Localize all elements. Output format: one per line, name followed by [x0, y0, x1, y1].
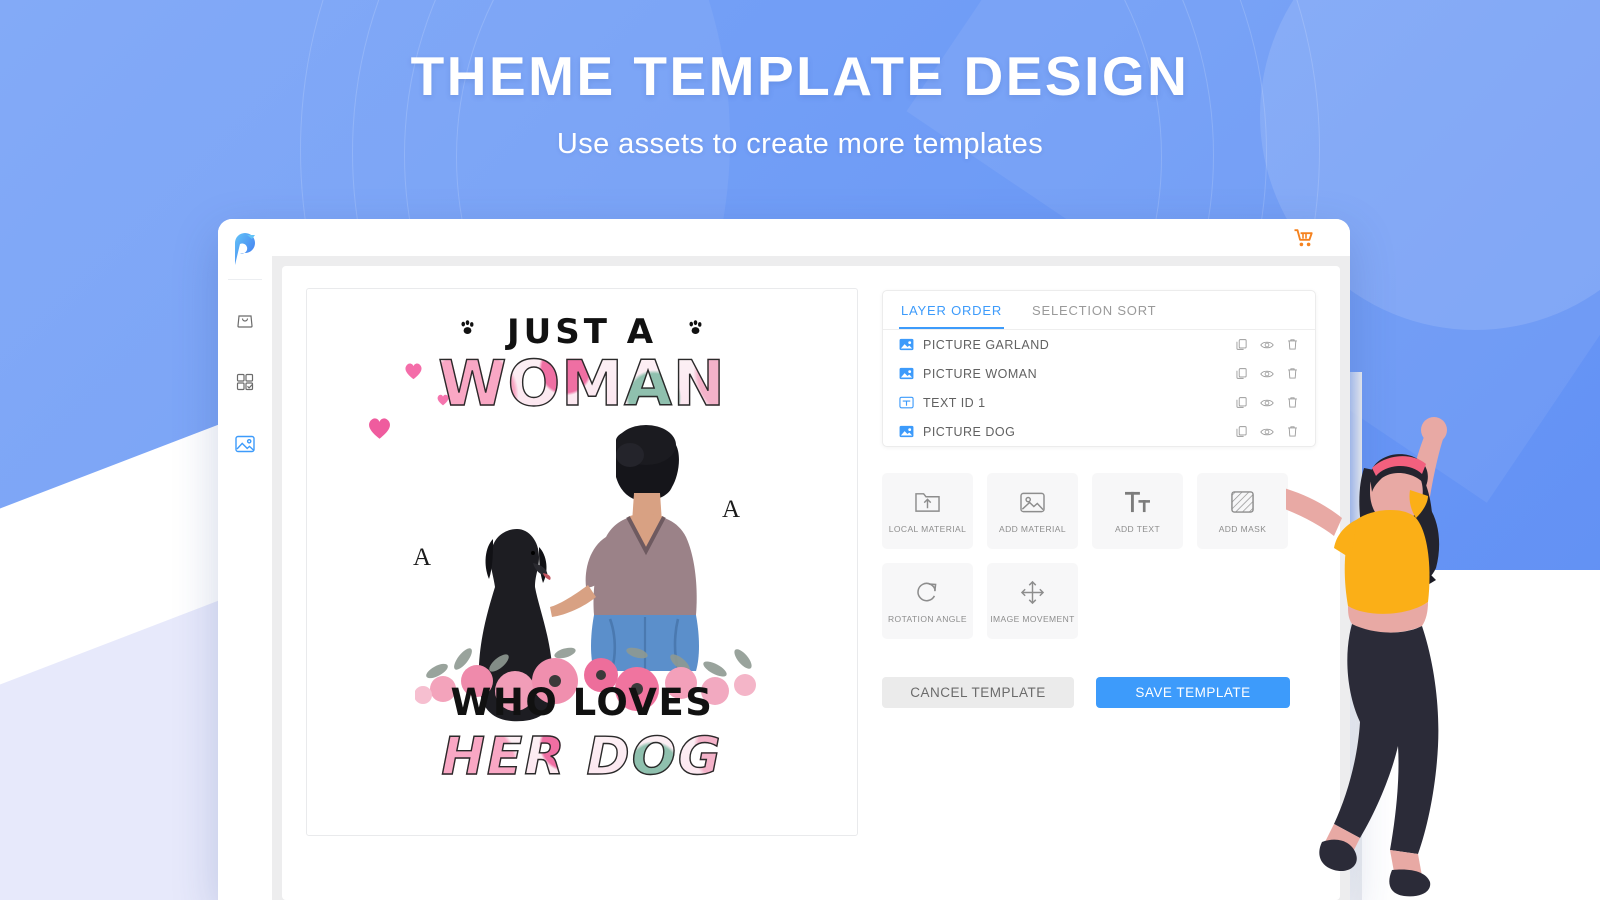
tool-grid: LOCAL MATERIAL ADD MATERIAL ADD TEXT ADD…	[882, 473, 1316, 639]
tool-label: LOCAL MATERIAL	[888, 524, 967, 534]
trash-icon[interactable]	[1286, 338, 1299, 351]
heart-icon	[403, 361, 424, 380]
table-row[interactable]: PICTURE GARLAND	[883, 330, 1315, 359]
copy-icon[interactable]	[1235, 425, 1248, 438]
folder-upload-icon	[914, 488, 941, 516]
image-picture-icon	[234, 433, 256, 460]
window-body: JUST A WOMAN WHO LOVES HER DOG A A LAYER…	[272, 219, 1350, 900]
text-layer-icon	[899, 395, 914, 410]
design-canvas[interactable]: JUST A WOMAN WHO LOVES HER DOG A A	[306, 288, 858, 836]
layer-name: PICTURE WOMAN	[923, 366, 1038, 381]
eye-icon[interactable]	[1260, 338, 1274, 352]
text-size-icon	[1124, 488, 1151, 516]
tool-label: ADD MASK	[1218, 524, 1267, 534]
heart-icon	[366, 415, 393, 440]
paw-print-icon	[459, 319, 476, 336]
layer-actions	[1235, 338, 1299, 352]
copy-icon[interactable]	[1235, 338, 1248, 351]
page-subtitle: Use assets to create more templates	[556, 127, 1044, 160]
rotation-angle-button[interactable]: ROTATION ANGLE	[882, 563, 973, 639]
eye-icon[interactable]	[1260, 367, 1274, 381]
page-title: THEME TEMPLATE DESIGN	[410, 45, 1190, 107]
image-layer-icon	[899, 424, 914, 439]
action-row: CANCEL TEMPLATE SAVE TEMPLATE	[882, 677, 1316, 708]
image-layer-icon	[899, 366, 914, 381]
grid-check-icon	[235, 372, 255, 397]
hero-heading: THEME TEMPLATE DESIGN Use assets to crea…	[0, 45, 1600, 161]
canvas-marker-a-left[interactable]: A	[413, 544, 431, 572]
properties-panel: LAYER ORDER SELECTION SORT PICTURE GARLA…	[882, 288, 1316, 900]
layer-name: PICTURE GARLAND	[923, 337, 1050, 352]
table-row[interactable]: PICTURE DOG	[883, 417, 1315, 446]
app-topbar	[272, 219, 1350, 256]
canvas-marker-a-right[interactable]: A	[722, 496, 740, 524]
layer-actions	[1235, 367, 1299, 381]
add-text-button[interactable]: ADD TEXT	[1092, 473, 1183, 549]
layer-name: TEXT ID 1	[923, 395, 986, 410]
mask-hatch-icon	[1230, 488, 1255, 516]
tool-label: ADD MATERIAL	[999, 524, 1066, 534]
eye-icon[interactable]	[1260, 396, 1274, 410]
cancel-template-button[interactable]: CANCEL TEMPLATE	[882, 677, 1074, 708]
shopping-bag-icon	[235, 310, 255, 335]
sidebar-rail	[218, 219, 272, 900]
copy-icon[interactable]	[1235, 367, 1248, 380]
tool-label: ADD TEXT	[1114, 524, 1161, 534]
local-material-button[interactable]: LOCAL MATERIAL	[882, 473, 973, 549]
shopping-cart-icon[interactable]	[1294, 228, 1314, 247]
canvas-pane: JUST A WOMAN WHO LOVES HER DOG A A	[306, 288, 858, 900]
workspace: JUST A WOMAN WHO LOVES HER DOG A A LAYER…	[272, 256, 1350, 900]
tool-label: IMAGE MOVEMENT	[990, 614, 1075, 624]
p-logo-icon	[229, 231, 261, 267]
artwork: JUST A WOMAN WHO LOVES HER DOG A A	[307, 289, 857, 835]
heart-icon	[436, 393, 450, 406]
add-mask-button[interactable]: ADD MASK	[1197, 473, 1288, 549]
table-row[interactable]: PICTURE WOMAN	[883, 359, 1315, 388]
layer-card: LAYER ORDER SELECTION SORT PICTURE GARLA…	[882, 290, 1316, 447]
artwork-line-4: HER DOG	[307, 726, 857, 788]
tab-layer-order[interactable]: LAYER ORDER	[899, 291, 1005, 329]
app-window: JUST A WOMAN WHO LOVES HER DOG A A LAYER…	[218, 219, 1350, 900]
layer-tabs: LAYER ORDER SELECTION SORT	[883, 291, 1315, 330]
sidebar-item-templates[interactable]	[225, 364, 265, 404]
layer-name: PICTURE DOG	[923, 424, 1016, 439]
tool-label: ROTATION ANGLE	[888, 614, 967, 624]
artwork-line-3: WHO LOVES	[450, 681, 714, 724]
image-layer-icon	[899, 337, 914, 352]
sidebar-item-shop[interactable]	[225, 302, 265, 342]
move-arrows-icon	[1020, 578, 1045, 606]
rail-divider	[228, 279, 262, 280]
artwork-line-2: WOMAN	[307, 346, 857, 421]
artwork-line-1: JUST A	[506, 312, 658, 352]
workspace-inner: JUST A WOMAN WHO LOVES HER DOG A A LAYER…	[282, 266, 1340, 900]
image-add-icon	[1019, 488, 1046, 516]
dancing-woman-illustration	[1286, 406, 1538, 900]
tab-selection-sort[interactable]: SELECTION SORT	[1030, 291, 1158, 329]
copy-icon[interactable]	[1235, 396, 1248, 409]
paw-print-icon	[687, 319, 704, 336]
image-movement-button[interactable]: IMAGE MOVEMENT	[987, 563, 1078, 639]
eye-icon[interactable]	[1260, 425, 1274, 439]
table-row[interactable]: TEXT ID 1	[883, 388, 1315, 417]
save-template-button[interactable]: SAVE TEMPLATE	[1096, 677, 1290, 708]
rotate-icon	[915, 578, 940, 606]
sidebar-item-images[interactable]	[225, 426, 265, 466]
layer-list: PICTURE GARLAND PICTURE WOMAN TEXT ID 1 …	[883, 330, 1315, 446]
add-material-button[interactable]: ADD MATERIAL	[987, 473, 1078, 549]
trash-icon[interactable]	[1286, 367, 1299, 380]
